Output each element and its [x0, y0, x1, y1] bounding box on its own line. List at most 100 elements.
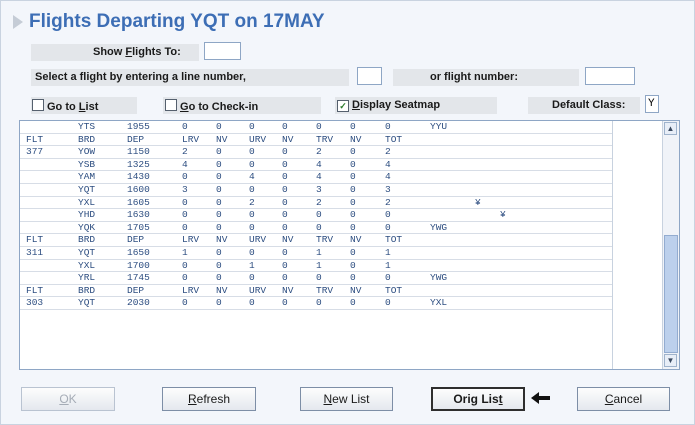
cell-trv: 0: [316, 121, 322, 132]
cell-nv2: 0: [282, 221, 288, 233]
cell-lrv: LRV: [182, 284, 200, 296]
cell-trv: 0: [316, 221, 322, 233]
flight-number-input[interactable]: [585, 67, 635, 85]
table-row[interactable]: YQT 1600 3 0 0 0 3 0 3: [20, 184, 612, 197]
cell-dep: 1325: [127, 158, 150, 170]
table-row[interactable]: YXL 1605 0 0 2 0 2 0 2 ¥: [20, 197, 612, 210]
cell-dep: 1745: [127, 272, 150, 284]
table-row[interactable]: 377 YOW 1150 2 0 0 0 2 0 2: [20, 146, 612, 159]
display-seatmap-checkbox[interactable]: ✓ Display Seatmap: [337, 99, 440, 112]
flight-list[interactable]: YTS 1955 0 0 0 0 0 0 0 YYU FLT BRD DEP LRV NV URV NV TRV N…: [19, 120, 680, 370]
cell-nv2: NV: [282, 133, 294, 145]
cell-nv3: 0: [350, 297, 356, 309]
show-flights-label: Show Flights To:: [93, 46, 181, 58]
cell-dest: YYU: [430, 121, 448, 132]
cell-brd: BRD: [78, 284, 96, 296]
cell-brd: YQK: [78, 221, 96, 233]
cell-trv: 1: [316, 246, 322, 258]
orig-list-button[interactable]: Orig List: [431, 387, 525, 411]
cell-brd: YQT: [78, 246, 96, 258]
cell-lrv: LRV: [182, 133, 200, 145]
cell-lrv: 2: [182, 146, 188, 158]
cell-lrv: 0: [182, 171, 188, 183]
cell-nv3: NV: [350, 284, 362, 296]
cell-tot: 2: [385, 196, 391, 208]
cell-trv: TRV: [316, 234, 334, 246]
cell-trv: 0: [316, 297, 322, 309]
vertical-scrollbar[interactable]: ▲ ▼: [662, 121, 679, 369]
table-row[interactable]: YXL 1700 0 0 1 0 1 0 1: [20, 260, 612, 273]
line-number-input[interactable]: [357, 67, 382, 85]
table-row[interactable]: YSB 1325 4 0 0 0 4 0 4: [20, 159, 612, 172]
cell-flt: 377: [26, 146, 44, 158]
show-flights-to-input[interactable]: [204, 42, 241, 60]
cell-urv: 0: [249, 246, 255, 258]
scroll-up-icon[interactable]: ▲: [664, 122, 677, 135]
table-row[interactable]: YRL 1745 0 0 0 0 0 0 0 YWG: [20, 272, 612, 285]
cell-nv1: 0: [216, 158, 222, 170]
table-row[interactable]: 311 YQT 1650 1 0 0 0 1 0 1: [20, 247, 612, 260]
flight-number-label: or flight number:: [430, 71, 518, 83]
cell-tot: 3: [385, 183, 391, 195]
cell-trv: 3: [316, 183, 322, 195]
cell-lrv: 0: [182, 272, 188, 284]
cell-lrv: 0: [182, 121, 188, 132]
cell-lrv: LRV: [182, 234, 200, 246]
cell-nv2: 0: [282, 146, 288, 158]
ok-button[interactable]: OK: [21, 387, 115, 411]
cell-dep: 1605: [127, 196, 150, 208]
cell-urv: URV: [249, 234, 267, 246]
cell-trv: 4: [316, 158, 322, 170]
cell-dep: 1150: [127, 146, 150, 158]
cell-nv2: 0: [282, 171, 288, 183]
new-list-button[interactable]: New List: [300, 387, 393, 411]
table-row[interactable]: FLT BRD DEP LRV NV URV NV TRV NV TOT: [20, 285, 612, 298]
refresh-button[interactable]: Refresh: [162, 387, 256, 411]
page-title: Flights Departing YQT on 17MAY: [29, 11, 325, 32]
cell-dep: DEP: [127, 133, 145, 145]
cell-urv: URV: [249, 284, 267, 296]
table-row[interactable]: 303 YQT 2030 0 0 0 0 0 0 0 YXL: [20, 297, 612, 310]
cell-nv1: NV: [216, 284, 228, 296]
goto-list-box[interactable]: [32, 99, 44, 111]
cell-tot: TOT: [385, 133, 403, 145]
cell-brd: YHD: [78, 209, 96, 221]
cell-flt: FLT: [26, 234, 44, 246]
cell-dest: YXL: [430, 297, 448, 309]
cell-dep: 1955: [127, 121, 150, 132]
cell-tot: 4: [385, 158, 391, 170]
table-row[interactable]: YQK 1705 0 0 0 0 0 0 0 YWG: [20, 222, 612, 235]
table-row[interactable]: FLT BRD DEP LRV NV URV NV TRV NV TOT: [20, 234, 612, 247]
cell-lrv: 0: [182, 221, 188, 233]
cell-tot: 0: [385, 221, 391, 233]
goto-list-checkbox[interactable]: Go to List: [32, 99, 98, 113]
cell-nv1: 0: [216, 221, 222, 233]
cell-nv2: 0: [282, 297, 288, 309]
default-class-label: Default Class:: [552, 99, 626, 111]
cell-tot: TOT: [385, 234, 403, 246]
cell-brd: YXL: [78, 196, 96, 208]
cell-nv3: 0: [350, 196, 356, 208]
goto-checkin-box[interactable]: [165, 99, 177, 111]
cancel-button[interactable]: Cancel: [577, 387, 670, 411]
table-row[interactable]: FLT BRD DEP LRV NV URV NV TRV NV TOT: [20, 134, 612, 147]
flights-window: Flights Departing YQT on 17MAY Show Flig…: [0, 0, 695, 425]
cell-brd: YTS: [78, 121, 96, 132]
cell-nv1: NV: [216, 133, 228, 145]
goto-checkin-checkbox[interactable]: Go to Check-in: [165, 99, 258, 113]
seatmap-check-icon[interactable]: ✓: [337, 100, 349, 112]
cell-nv2: 0: [282, 158, 288, 170]
cell-tot: 4: [385, 171, 391, 183]
scroll-thumb[interactable]: [664, 235, 678, 353]
title-row: Flights Departing YQT on 17MAY: [13, 8, 325, 36]
cell-tot: TOT: [385, 284, 403, 296]
cell-nv3: 0: [350, 246, 356, 258]
cell-urv: 0: [249, 183, 255, 195]
table-row[interactable]: YAM 1430 0 0 4 0 4 0 4: [20, 171, 612, 184]
scroll-down-icon[interactable]: ▼: [664, 354, 677, 367]
table-row[interactable]: YHD 1630 0 0 0 0 0 0 0 ¥: [20, 209, 612, 222]
cell-dep: DEP: [127, 284, 145, 296]
table-row[interactable]: YTS 1955 0 0 0 0 0 0 0 YYU: [20, 121, 612, 134]
cell-dep: 1700: [127, 259, 150, 271]
default-class-input[interactable]: Y: [645, 95, 659, 113]
